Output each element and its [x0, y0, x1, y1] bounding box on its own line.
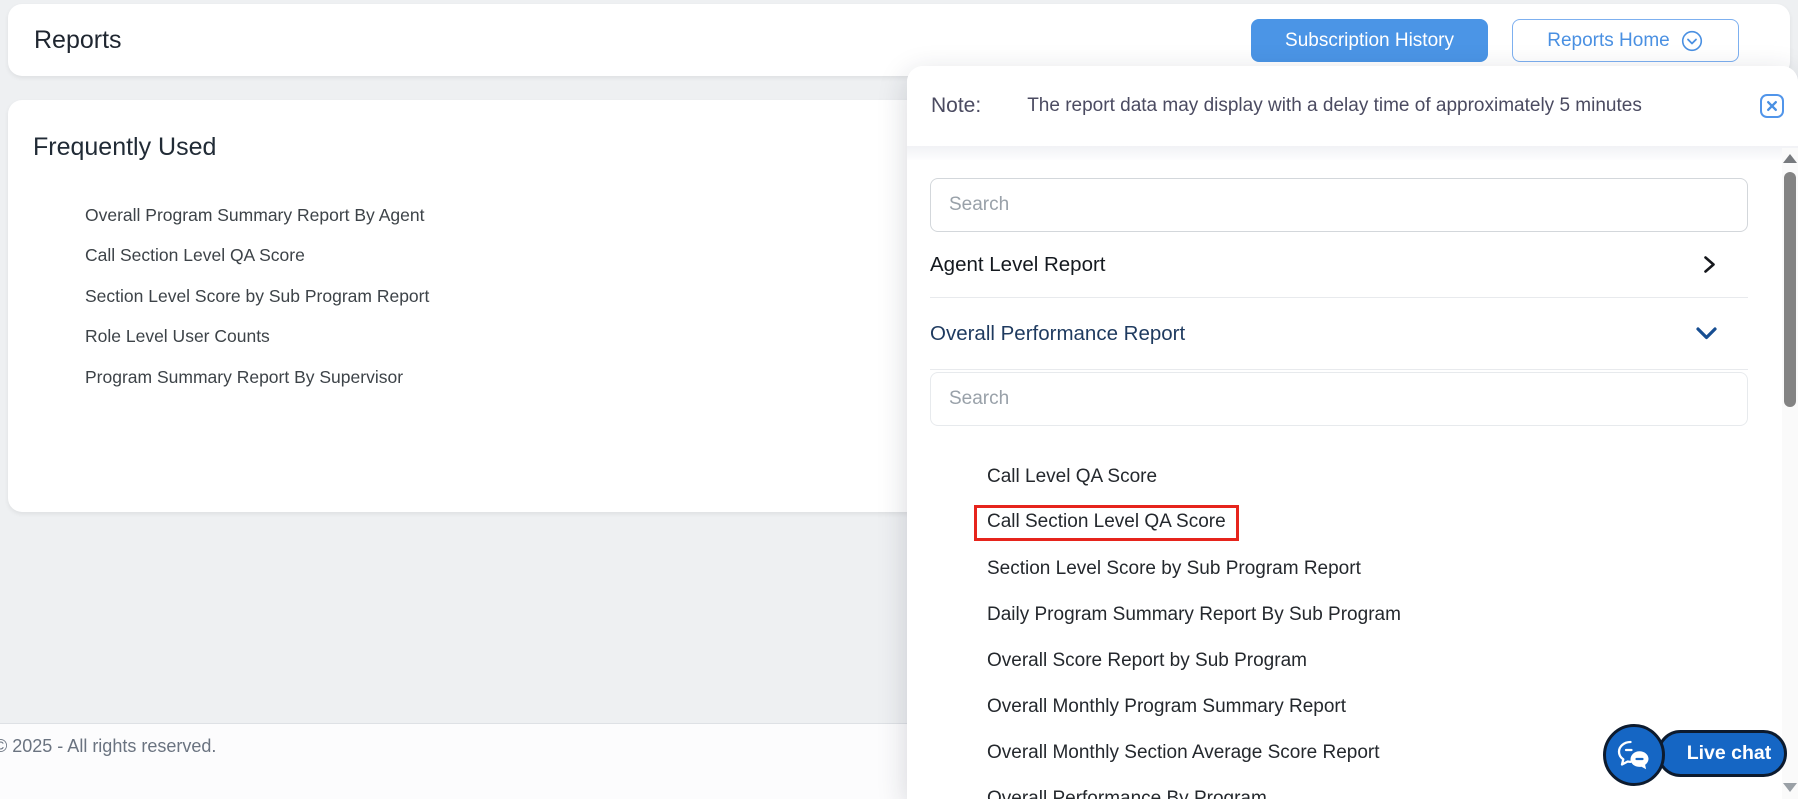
- frequently-used-item[interactable]: Section Level Score by Sub Program Repor…: [85, 276, 785, 317]
- group-label: Agent Level Report: [930, 252, 1106, 276]
- scroll-up-arrow-icon[interactable]: [1783, 154, 1797, 163]
- chevron-down-icon: [1696, 327, 1717, 340]
- chat-bubbles-icon: [1603, 724, 1665, 786]
- frequently-used-item[interactable]: Role Level User Counts: [85, 317, 785, 358]
- report-item-label: Overall Score Report by Sub Program: [987, 650, 1307, 671]
- frequently-used-item[interactable]: Call Section Level QA Score: [85, 236, 785, 277]
- group-agent-level-report[interactable]: Agent Level Report: [930, 232, 1748, 298]
- frequently-used-title: Frequently Used: [33, 133, 217, 161]
- report-item-highlighted[interactable]: Call Section Level QA Score: [974, 500, 1748, 546]
- scrollbar-thumb[interactable]: [1784, 172, 1796, 407]
- report-item[interactable]: Section Level Score by Sub Program Repor…: [987, 546, 1748, 592]
- group-overall-performance-report[interactable]: Overall Performance Report: [930, 298, 1748, 370]
- report-item-label: Call Level QA Score: [987, 466, 1158, 487]
- note-message: The report data may display with a delay…: [1027, 95, 1642, 116]
- reports-dropdown-panel: Note: The report data may display with a…: [907, 66, 1798, 799]
- live-chat-label: Live chat: [1686, 742, 1772, 764]
- x-glyph: [1767, 101, 1777, 111]
- note-banner: Note: The report data may display with a…: [907, 66, 1798, 146]
- report-item[interactable]: Call Level QA Score: [987, 454, 1748, 500]
- page-title: Reports: [34, 26, 122, 54]
- search-input[interactable]: [930, 178, 1748, 232]
- chevron-right-icon: [1704, 256, 1715, 273]
- report-item[interactable]: Daily Program Summary Report By Sub Prog…: [987, 592, 1748, 638]
- group-label: Overall Performance Report: [930, 321, 1186, 345]
- scroll-down-arrow-icon[interactable]: [1783, 783, 1797, 792]
- circle-chevron-down-icon: [1681, 30, 1702, 51]
- subscription-history-button[interactable]: Subscription History: [1251, 19, 1488, 62]
- report-item-label: Overall Performance By Program: [987, 788, 1267, 799]
- panel-scrollbar[interactable]: [1782, 148, 1798, 799]
- copyright-text: © 2025 - All rights reserved.: [0, 736, 217, 756]
- report-item-label: Overall Monthly Program Summary Report: [987, 696, 1346, 717]
- note-label: Note:: [931, 94, 982, 117]
- report-picker: Agent Level Report Overall Performance R…: [930, 178, 1748, 799]
- report-item-label: Overall Monthly Section Average Score Re…: [987, 742, 1380, 763]
- frequently-used-item[interactable]: Program Summary Report By Supervisor: [85, 357, 785, 398]
- highlight-box: Call Section Level QA Score: [974, 505, 1239, 541]
- reports-home-button[interactable]: Reports Home: [1512, 19, 1739, 62]
- report-item-label: Section Level Score by Sub Program Repor…: [987, 558, 1361, 579]
- sub-search-input[interactable]: [930, 372, 1748, 426]
- close-icon[interactable]: [1760, 94, 1784, 118]
- note-divider: [907, 146, 1798, 160]
- frequently-used-list: Overall Program Summary Report By Agent …: [85, 195, 785, 398]
- report-item[interactable]: Overall Score Report by Sub Program: [987, 638, 1748, 684]
- report-item-label: Daily Program Summary Report By Sub Prog…: [987, 604, 1401, 625]
- reports-page: Reports Subscription History Reports Hom…: [0, 0, 1798, 799]
- frequently-used-item[interactable]: Overall Program Summary Report By Agent: [85, 195, 785, 236]
- reports-home-label: Reports Home: [1547, 29, 1670, 51]
